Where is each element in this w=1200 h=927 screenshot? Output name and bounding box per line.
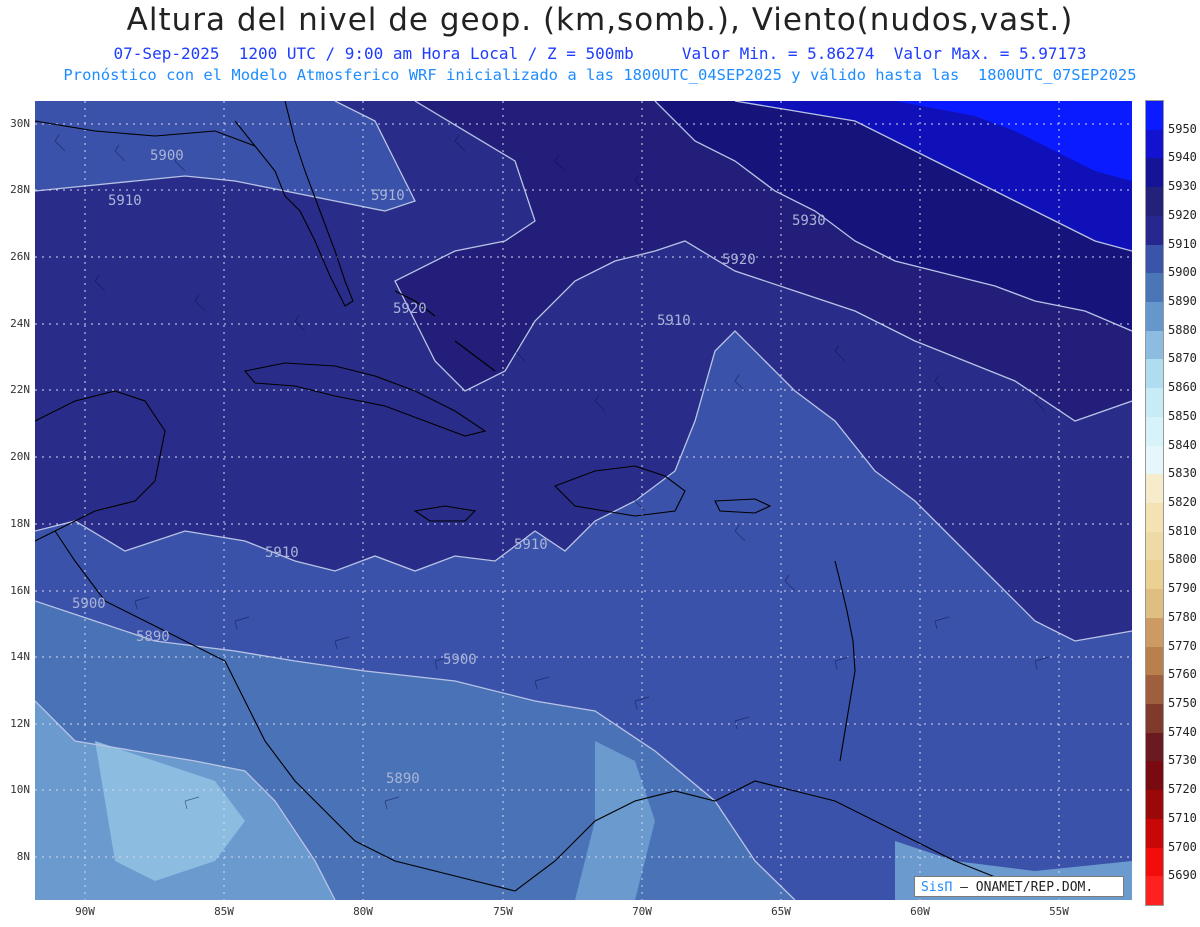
contour-label: 5920 [722, 252, 756, 268]
colorbar-label: 5840 [1168, 437, 1197, 452]
contour-label: 5900 [443, 652, 477, 668]
colorbar-label: 5910 [1168, 236, 1197, 251]
contour-label: 5910 [657, 313, 691, 329]
contour-label: 5910 [108, 193, 142, 209]
colorbar-segment [1146, 732, 1163, 762]
credit-text: – ONAMET/REP.DOM. [952, 880, 1094, 895]
colorbar-segment [1146, 704, 1163, 734]
colorbar-segment [1146, 330, 1163, 360]
colorbar-segment [1146, 761, 1163, 791]
colorbar-segment [1146, 560, 1163, 590]
contour-label: 5910 [371, 188, 405, 204]
colorbar-label: 5770 [1168, 638, 1197, 653]
colorbar-label: 5690 [1168, 868, 1197, 883]
colorbar-label: 5800 [1168, 552, 1197, 567]
colorbar-label: 5900 [1168, 265, 1197, 280]
lat-label: 16N [10, 584, 30, 597]
lat-label: 8N [16, 850, 30, 863]
colorbar-segment [1146, 646, 1163, 676]
colorbar-segment [1146, 273, 1163, 303]
colorbar-label: 5740 [1168, 724, 1197, 739]
colorbar-segment [1146, 129, 1163, 159]
geopotential-map[interactable]: 5900 5910 5910 5920 5930 5920 5910 5910 … [35, 101, 1132, 900]
colorbar-label: 5940 [1168, 150, 1197, 165]
colorbar-label: 5710 [1168, 810, 1197, 825]
contour-label: 5910 [514, 537, 548, 553]
colorbar-segment [1146, 876, 1163, 906]
lat-label: 18N [10, 517, 30, 530]
colorbar-segment [1146, 617, 1163, 648]
colorbar-label: 5860 [1168, 380, 1197, 395]
chart-title: Altura del nivel de geop. (km,somb.), Vi… [126, 2, 1074, 38]
lon-label: 85W [214, 905, 234, 918]
contour-label: 5900 [150, 148, 184, 164]
colorbar-segment [1146, 790, 1163, 820]
colorbar-segment [1146, 675, 1163, 705]
colorbar-segment [1146, 474, 1163, 504]
lon-label: 65W [771, 905, 791, 918]
lat-label: 26N [10, 250, 30, 263]
lat-label: 24N [10, 317, 30, 330]
lat-label: 22N [10, 383, 30, 396]
lat-label: 12N [10, 717, 30, 730]
colorbar-segment [1146, 445, 1163, 475]
contour-label: 5910 [265, 545, 299, 561]
colorbar-label: 5700 [1168, 839, 1197, 854]
colorbar-segment [1146, 101, 1163, 131]
colorbar-label: 5820 [1168, 495, 1197, 509]
colorbar-label: 5930 [1168, 179, 1197, 194]
colorbar-label: 5950 [1168, 121, 1197, 136]
colorbar-segment [1146, 215, 1163, 246]
colorbar-label: 5810 [1168, 523, 1197, 538]
colorbar-label: 5750 [1168, 696, 1197, 710]
colorbar-segment [1146, 244, 1163, 274]
lon-label: 55W [1049, 905, 1069, 918]
colorbar-label: 5920 [1168, 207, 1197, 222]
lon-label: 80W [353, 905, 373, 918]
colorbar-label: 5760 [1168, 667, 1197, 682]
colorbar [1145, 100, 1164, 906]
lat-label: 28N [10, 183, 30, 196]
colorbar-label: 5850 [1168, 408, 1197, 423]
colorbar-label: 5790 [1168, 581, 1197, 596]
lat-label: 20N [10, 450, 30, 463]
colorbar-label: 5720 [1168, 782, 1197, 797]
colorbar-segment [1146, 359, 1163, 389]
chart-subtitle-date: 07-Sep-2025 1200 UTC / 9:00 am Hora Loca… [113, 44, 1087, 63]
colorbar-segment [1146, 847, 1163, 877]
contour-label: 5920 [393, 301, 427, 317]
lon-label: 90W [75, 905, 95, 918]
map-canvas: 5900 5910 5910 5920 5930 5920 5910 5910 … [35, 101, 1132, 900]
colorbar-segment [1146, 818, 1163, 849]
colorbar-segment [1146, 503, 1163, 533]
credit-brand: SisΠ [921, 880, 953, 895]
contour-label: 5890 [386, 771, 420, 787]
colorbar-label: 5870 [1168, 351, 1197, 366]
colorbar-label: 5780 [1168, 609, 1197, 624]
contour-label: 5900 [72, 596, 106, 612]
lat-label: 14N [10, 650, 30, 663]
colorbar-segment [1146, 187, 1163, 217]
colorbar-label: 5890 [1168, 294, 1197, 308]
contour-label: 5890 [136, 629, 170, 645]
colorbar-label: 5730 [1168, 753, 1197, 768]
lat-label: 10N [10, 783, 30, 796]
chart-subtitle-model: Pronóstico con el Modelo Atmosferico WRF… [63, 66, 1137, 84]
credit-box: SisΠ – ONAMET/REP.DOM. [914, 876, 1124, 897]
colorbar-label: 5830 [1168, 466, 1197, 481]
lon-label: 60W [910, 905, 930, 918]
lon-label: 70W [632, 905, 652, 918]
colorbar-segment [1146, 531, 1163, 561]
colorbar-segment [1146, 302, 1163, 332]
contour-label: 5930 [792, 213, 826, 229]
colorbar-segment [1146, 158, 1163, 188]
lon-label: 75W [493, 905, 513, 918]
colorbar-segment [1146, 416, 1163, 447]
colorbar-segment [1146, 589, 1163, 619]
lat-label: 30N [10, 117, 30, 130]
colorbar-segment [1146, 388, 1163, 418]
colorbar-label: 5880 [1168, 322, 1197, 337]
